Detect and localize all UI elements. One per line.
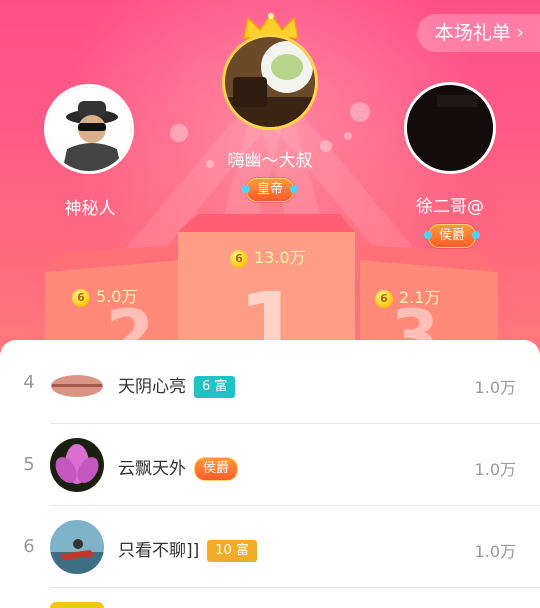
gift-value: 1.0万 [474, 460, 516, 479]
avatar [50, 356, 104, 410]
wealth-level-badge: 6 富 [194, 376, 236, 398]
avatar [50, 438, 104, 492]
lips-photo [50, 356, 104, 410]
second-place-name: 神秘人 [64, 199, 116, 219]
avatar [50, 602, 104, 608]
coin-icon: 6 [375, 289, 393, 308]
chevron-right-icon: › [516, 22, 524, 43]
decor-bubble [344, 132, 352, 140]
decor-bubble [170, 124, 188, 142]
gift-value: 1.0万 [474, 378, 516, 397]
avatar [50, 520, 104, 574]
rank-title-badge: 侯爵 [194, 457, 239, 481]
wealth-level-badge: 10 富 [207, 540, 257, 562]
second-place-avatar[interactable] [44, 84, 134, 174]
coin-icon: 6 [72, 288, 90, 307]
third-place-avatar[interactable] [404, 82, 496, 174]
gift-value: 1.0万 [474, 542, 516, 561]
lotus-photo [50, 438, 104, 492]
podium-banner: 本场礼单 › 1 2 3 嗨幽～大叔 皇帝 6 13.0万 神秘人 6 5.0万… [0, 0, 540, 360]
ranking-list: 4 天阴心亮 6 富 1.0万 5 云飘天外 侯爵 1.0万 6 只看不聊]] … [0, 340, 540, 608]
first-place-name: 嗨幽～大叔 [227, 151, 313, 171]
decor-bubble [350, 102, 370, 122]
first-place-avatar[interactable] [222, 34, 318, 130]
rank-number: 6 [23, 536, 35, 557]
list-item[interactable]: 4 天阴心亮 6 富 1.0万 [0, 342, 540, 424]
third-place-value: 6 2.1万 [375, 284, 440, 308]
second-place-value: 6 5.0万 [72, 283, 137, 307]
first-place-value: 6 13.0万 [230, 244, 306, 268]
gift-list-label: 本场礼单 [434, 22, 511, 44]
jetski-photo [50, 520, 104, 574]
user-name: 云飘天外 侯爵 [118, 454, 239, 481]
third-place-name: 徐二哥@ [416, 197, 484, 217]
first-place-badge: 皇帝 [241, 178, 299, 202]
third-place-badge: 侯爵 [423, 224, 481, 248]
divider [50, 587, 540, 588]
list-item[interactable]: 5 云飘天外 侯爵 1.0万 [0, 424, 540, 506]
rank-number: 4 [23, 372, 35, 393]
rank-number: 5 [23, 454, 35, 475]
list-item[interactable]: 6 只看不聊]] 10 富 1.0万 [0, 506, 540, 588]
user-name: 天阴心亮 6 富 [118, 372, 236, 398]
user-name: 只看不聊]] 10 富 [118, 536, 257, 562]
gift-list-button[interactable]: 本场礼单 › [416, 14, 540, 52]
coin-icon: 6 [230, 249, 248, 268]
